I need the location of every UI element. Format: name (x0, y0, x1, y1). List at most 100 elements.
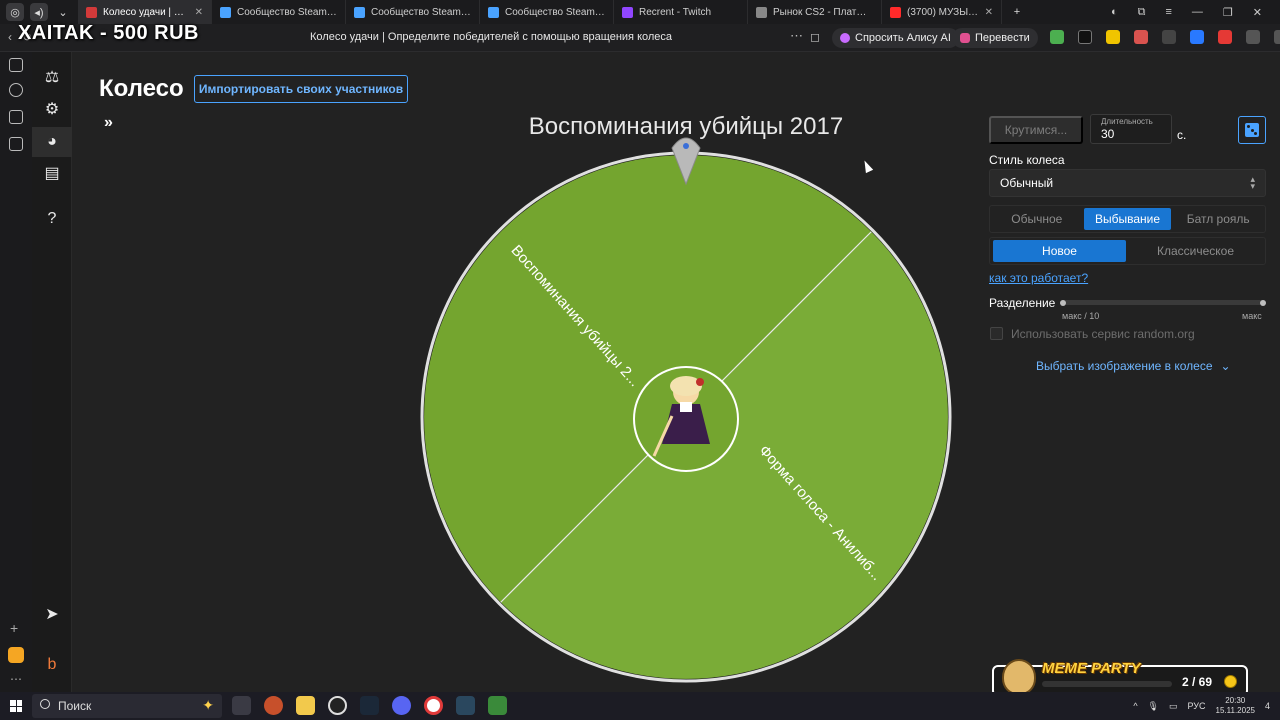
clipboard-icon[interactable]: ▤ (32, 158, 72, 188)
discord-icon[interactable] (392, 696, 411, 715)
auction-icon[interactable]: ⚖ (32, 62, 72, 92)
mode-battle-royale[interactable]: Батл рояль (1174, 208, 1262, 230)
clock[interactable]: 20:30 15.11.2025 (1216, 696, 1255, 716)
file-explorer-icon[interactable] (296, 696, 315, 715)
twitch-icon (622, 6, 633, 18)
network-icon[interactable]: ▭ (1169, 701, 1178, 712)
tab-cs2-market[interactable]: Рынок CS2 - Платформа д (748, 0, 882, 24)
add-panel-icon[interactable]: + (10, 620, 18, 636)
ask-alice-button[interactable]: Спросить Алису AI (832, 28, 959, 48)
tab-title: Колесо удачи | Опреде (103, 6, 189, 18)
notifications-badge[interactable]: 4 (1265, 701, 1270, 711)
menu-icon[interactable]: ≡ (1165, 6, 1171, 18)
telegram-icon[interactable]: ➤ (32, 599, 72, 629)
tab-title: Рынок CS2 - Платформа д (773, 6, 873, 18)
close-tab-icon[interactable]: ✕ (985, 7, 993, 18)
variant-classic[interactable]: Классическое (1129, 240, 1262, 262)
browser-menu-icon[interactable]: ◎ (6, 3, 24, 21)
tab-steam-2[interactable]: Сообщество Steam :: Mic (346, 0, 480, 24)
tab-twitch[interactable]: Recrent - Twitch (614, 0, 748, 24)
duration-field[interactable]: Длительность 30 (1090, 114, 1172, 144)
spin-button[interactable]: Крутимся... (989, 116, 1083, 144)
random-dice-button[interactable] (1238, 116, 1266, 144)
help-icon[interactable]: ? (32, 204, 72, 234)
mail-icon[interactable] (8, 647, 24, 663)
microphone-icon[interactable]: 🎙 (1148, 701, 1159, 712)
app-sidebar: ⚖ ⚙ ◕ ▤ ? ➤ b (32, 52, 72, 692)
close-window-icon[interactable]: ✕ (1253, 6, 1262, 19)
collections-icon[interactable]: ⧉ (1138, 6, 1146, 19)
downloads-icon[interactable] (9, 110, 23, 124)
mode-elimination[interactable]: Выбывание (1083, 208, 1172, 230)
close-tab-icon[interactable]: ✕ (195, 7, 203, 18)
tab-steam-3[interactable]: Сообщество Steam :: Mic (480, 0, 614, 24)
yandex-browser-icon[interactable] (424, 696, 443, 715)
extension-icon[interactable] (1190, 30, 1204, 44)
tab-wheel[interactable]: Колесо удачи | Опреде ✕ (78, 0, 212, 24)
tab-title: Сообщество Steam :: Mic (237, 6, 337, 18)
extension-icon[interactable] (1246, 30, 1260, 44)
alice-icon (840, 33, 850, 43)
extension-icon[interactable] (1218, 30, 1232, 44)
duration-value[interactable]: 30 (1101, 127, 1114, 141)
obs-icon[interactable] (328, 696, 347, 715)
wheel-style-select[interactable]: Обычный ▴ ▾ (989, 169, 1266, 197)
windows-start-icon[interactable] (10, 700, 22, 712)
boosty-icon[interactable]: b (32, 650, 72, 680)
browser-tab-strip: ◎ ◂) ⌄ Колесо удачи | Опреде ✕ Сообществ… (0, 0, 1280, 24)
app-icon[interactable] (488, 696, 507, 715)
taskbar-search-label: Поиск (58, 699, 92, 713)
division-label: Разделение (989, 296, 1056, 310)
slider-handle-min[interactable] (1060, 299, 1066, 306)
extension-icon[interactable] (1106, 30, 1120, 44)
steam-icon (220, 6, 231, 18)
wheel-style-value: Обычный (1000, 176, 1054, 190)
history-icon[interactable] (9, 83, 23, 97)
page-title-in-address[interactable]: Колесо удачи | Определите победителей с … (310, 31, 672, 43)
tab-youtube[interactable]: (3700) МУЗЫКА БЕ ✕ (882, 0, 1002, 24)
taskbar-search[interactable]: Поиск ✦ (32, 694, 222, 718)
extension-icon[interactable] (1050, 30, 1064, 44)
extension-icon[interactable] (1134, 30, 1148, 44)
taskbar-apps (232, 696, 507, 715)
slider-handle-max[interactable] (1260, 299, 1266, 306)
more-options-icon[interactable]: ⋯ (790, 28, 803, 44)
minimize-icon[interactable]: — (1192, 6, 1203, 18)
tabs-dropdown-icon[interactable]: ⌄ (54, 3, 72, 21)
tab-title: Сообщество Steam :: Mic (371, 6, 471, 18)
slider-max-label: макс (1242, 311, 1262, 321)
settings-icon[interactable]: ⚙ (32, 94, 72, 124)
more-panel-icon[interactable]: ⋯ (10, 672, 22, 686)
tray-arrow-icon[interactable]: ^ (1133, 701, 1137, 711)
how-it-works-link[interactable]: как это работает? (989, 271, 1088, 285)
steam-icon[interactable] (456, 696, 475, 715)
variant-new[interactable]: Новое (993, 240, 1126, 262)
stream-overlay-text: XAITAK - 500 RUB (18, 22, 199, 44)
expand-icon[interactable]: » (104, 114, 113, 132)
steam-icon[interactable] (360, 696, 379, 715)
extension-icon[interactable] (1274, 30, 1280, 44)
task-view-icon[interactable] (232, 696, 251, 715)
sound-icon[interactable]: ◂) (30, 3, 48, 21)
random-org-checkbox[interactable] (990, 327, 1003, 340)
mode-normal[interactable]: Обычное (993, 208, 1081, 230)
profile-icon[interactable]: ◐ (1111, 6, 1118, 18)
wheel-icon[interactable]: ◕ (32, 127, 72, 157)
back-icon[interactable]: ‹ (8, 30, 12, 44)
bookmark-icon[interactable]: ◻ (810, 30, 820, 44)
bookmarks-icon[interactable] (9, 58, 23, 72)
extension-icon[interactable] (1162, 30, 1176, 44)
notes-icon[interactable] (9, 137, 23, 151)
new-tab-icon[interactable]: + (1008, 3, 1026, 21)
translate-button[interactable]: Перевести (952, 28, 1038, 48)
tab-steam-1[interactable]: Сообщество Steam :: Mic (212, 0, 346, 24)
language-indicator[interactable]: РУС (1188, 701, 1206, 711)
select-wheel-image-button[interactable]: Выбрать изображение в колесе ⌄ (1036, 359, 1231, 373)
page-title: Колесо (99, 75, 184, 102)
extension-icon[interactable] (1078, 30, 1092, 44)
import-participants-button[interactable]: Импортировать своих участников (194, 75, 408, 103)
division-slider[interactable] (1060, 299, 1266, 306)
wheel[interactable]: Воспоминания убийцы 2... Форма голоса - … (410, 134, 962, 686)
restore-icon[interactable]: ❐ (1223, 6, 1233, 19)
app-icon[interactable] (264, 696, 283, 715)
